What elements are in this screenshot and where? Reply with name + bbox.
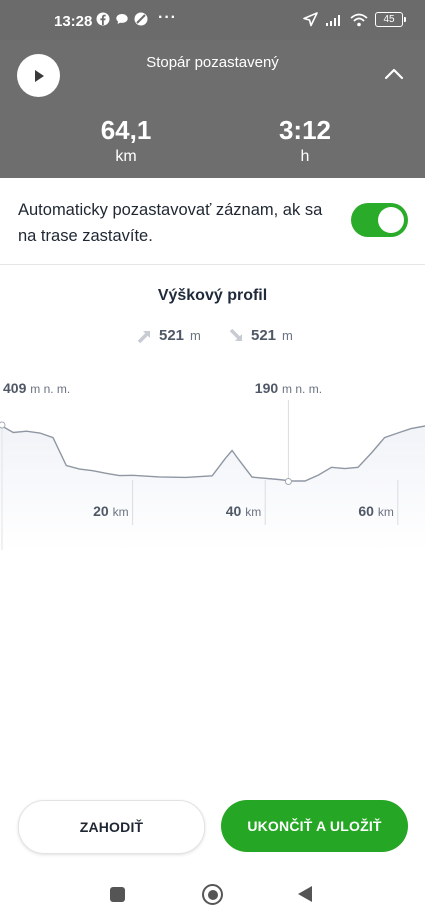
toggle-knob [378,207,404,233]
descent-arrow-icon [229,328,243,341]
tracker-header: Stopár pozastavený 64,1 km 3:12 h [0,40,425,178]
recents-square-icon[interactable] [110,887,125,902]
notification-icons [96,12,148,26]
distance-stat: 64,1 km [66,116,186,166]
battery-icon: 45 [375,12,406,27]
system-icons: 45 [303,12,406,27]
descent-value: 521 [251,327,277,344]
status-time: 13:28 [54,13,93,30]
distance-tick-label: 20 km [93,503,128,519]
location-arrow-icon [303,12,318,27]
ascent-unit: m [190,328,201,343]
distance-value: 64,1 [100,115,152,145]
elevation-chart[interactable]: 20 km 40 km 60 km 409 m n. m. 190 m n. m. [0,360,425,550]
auto-pause-toggle[interactable] [351,203,408,237]
min-altitude-label: 190 m n. m. [255,380,322,396]
wifi-icon [350,13,368,26]
max-altitude-label: 409 m n. m. [3,380,70,396]
discard-button[interactable]: ZAHODIŤ [18,800,205,854]
facebook-icon [96,12,110,26]
duration-stat: 3:12 h [245,116,365,166]
distance-tick-label: 40 km [226,503,261,519]
auto-pause-row: Automaticky pozastavovať záznam, ak sa n… [0,178,425,265]
more-notifications: ··· [158,9,177,26]
ascent-stat: 521 m [137,327,201,344]
chat-icon [116,14,128,24]
duration-value: 3:12 [278,115,332,145]
ascent-arrow-icon [137,330,151,343]
finish-save-button[interactable]: UKONČIŤ A ULOŽIŤ [221,800,408,852]
auto-pause-label: Automaticky pozastavovať záznam, ak sa n… [18,201,323,245]
chevron-up-icon[interactable] [383,65,405,83]
signal-icon [326,14,340,26]
descent-unit: m [282,328,293,343]
distance-unit: km [115,148,137,165]
distance-tick-label: 60 km [358,503,393,519]
duration-unit: h [300,148,310,165]
status-bar: 13:28 ··· 45 [0,0,425,40]
descent-stat: 521 m [229,327,293,344]
elevation-title: Výškový profil [157,287,268,304]
compass-icon [134,12,148,26]
tracker-status: Stopár pozastavený [146,54,279,71]
home-circle-icon[interactable] [202,884,223,905]
max-marker-dot [0,421,6,429]
min-marker-dot [284,478,292,486]
ascent-value: 521 [159,327,185,344]
back-triangle-icon[interactable] [298,886,312,902]
elevation-area [0,425,425,550]
battery-level: 45 [383,14,395,25]
system-nav-bar [0,868,425,920]
